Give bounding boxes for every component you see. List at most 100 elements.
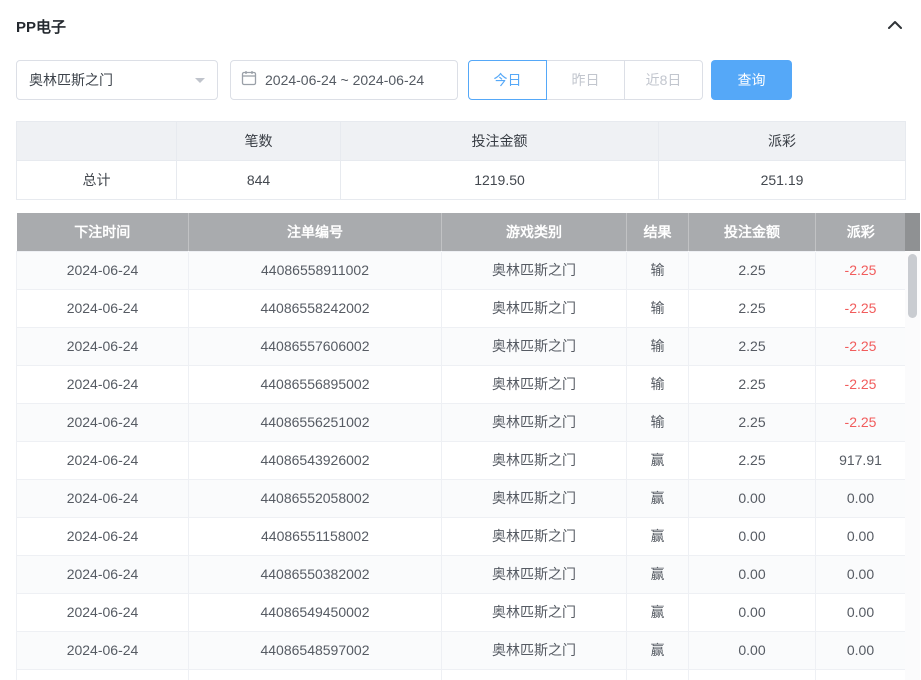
cell-payout — [816, 669, 906, 680]
bet-table-container: 下注时间 注单编号 游戏类别 结果 投注金额 派彩 2024-06-24 440… — [16, 213, 920, 680]
bet-table: 下注时间 注单编号 游戏类别 结果 投注金额 派彩 2024-06-24 440… — [16, 213, 906, 680]
yesterday-button[interactable]: 昨日 — [546, 60, 625, 100]
table-row: 2024-06-24 44086557606002 奥林匹斯之门 输 2.25 … — [17, 327, 906, 365]
cell-result: 输 — [627, 403, 689, 441]
table-scrollbar[interactable] — [905, 213, 920, 680]
cell-order-number: 44086543926002 — [189, 441, 442, 479]
cell-result — [627, 669, 689, 680]
table-row: 2024-06-24 44086543926002 奥林匹斯之门 赢 2.25 … — [17, 441, 906, 479]
cell-payout: -2.25 — [816, 327, 906, 365]
cell-result: 赢 — [627, 555, 689, 593]
cell-bet-time: 2024-06-24 — [17, 479, 189, 517]
date-range-value: 2024-06-24 ~ 2024-06-24 — [265, 72, 424, 88]
game-select[interactable]: 奥林匹斯之门 — [16, 60, 218, 100]
summary-total-bet: 1219.50 — [341, 161, 659, 200]
filter-toolbar: 奥林匹斯之门 2024-06-24 ~ 2024-06-24 今日 昨日 近8日… — [16, 60, 905, 100]
cell-bet-time: 2024-06-24 — [17, 403, 189, 441]
cell-bet-amount: 2.25 — [689, 441, 816, 479]
cell-order-number: 44086548597002 — [189, 631, 442, 669]
cell-bet-time: 2024-06-24 — [17, 517, 189, 555]
date-range-picker[interactable]: 2024-06-24 ~ 2024-06-24 — [230, 60, 458, 100]
last-8-days-button[interactable]: 近8日 — [624, 60, 703, 100]
table-row: 2024-06-24 44086558242002 奥林匹斯之门 输 2.25 … — [17, 289, 906, 327]
cell-payout: 917.91 — [816, 441, 906, 479]
col-header-order-number: 注单编号 — [189, 213, 442, 251]
quick-range-button-group: 今日 昨日 近8日 — [468, 60, 703, 100]
col-header-game-category: 游戏类别 — [442, 213, 627, 251]
cell-game-category: 奥林匹斯之门 — [442, 517, 627, 555]
summary-total-payout: 251.19 — [659, 161, 906, 200]
scrollbar-header-gutter — [905, 213, 920, 251]
table-row: 2024-06-24 44086552058002 奥林匹斯之门 赢 0.00 … — [17, 479, 906, 517]
cell-bet-time: 2024-06-24 — [17, 631, 189, 669]
cell-payout: 0.00 — [816, 593, 906, 631]
cell-bet-amount: 2.25 — [689, 365, 816, 403]
cell-order-number: 44086552058002 — [189, 479, 442, 517]
cell-bet-amount: 0.00 — [689, 555, 816, 593]
cell-payout: 0.00 — [816, 517, 906, 555]
cell-bet-amount: 0.00 — [689, 593, 816, 631]
today-button[interactable]: 今日 — [468, 60, 547, 100]
col-header-bet-time: 下注时间 — [17, 213, 189, 251]
scrollbar-track[interactable] — [905, 251, 920, 680]
cell-order-number: 44086556251002 — [189, 403, 442, 441]
cell-game-category: 奥林匹斯之门 — [442, 251, 627, 289]
cell-bet-amount: 2.25 — [689, 251, 816, 289]
table-row — [17, 669, 906, 680]
table-row: 2024-06-24 44086548597002 奥林匹斯之门 赢 0.00 … — [17, 631, 906, 669]
table-row: 2024-06-24 44086549450002 奥林匹斯之门 赢 0.00 … — [17, 593, 906, 631]
summary-total-label: 总计 — [17, 161, 177, 200]
cell-bet-amount: 0.00 — [689, 631, 816, 669]
cell-payout: 0.00 — [816, 631, 906, 669]
cell-game-category — [442, 669, 627, 680]
col-header-bet-amount: 投注金额 — [689, 213, 816, 251]
cell-bet-amount — [689, 669, 816, 680]
table-row: 2024-06-24 44086550382002 奥林匹斯之门 赢 0.00 … — [17, 555, 906, 593]
summary-header-bet-amount: 投注金额 — [341, 122, 659, 161]
table-row: 2024-06-24 44086556251002 奥林匹斯之门 输 2.25 … — [17, 403, 906, 441]
summary-header-count: 笔数 — [177, 122, 341, 161]
cell-bet-amount: 0.00 — [689, 479, 816, 517]
cell-game-category: 奥林匹斯之门 — [442, 555, 627, 593]
table-row: 2024-06-24 44086558911002 奥林匹斯之门 输 2.25 … — [17, 251, 906, 289]
col-header-payout: 派彩 — [816, 213, 906, 251]
cell-payout: -2.25 — [816, 289, 906, 327]
cell-result: 输 — [627, 327, 689, 365]
cell-order-number — [189, 669, 442, 680]
cell-order-number: 44086557606002 — [189, 327, 442, 365]
cell-order-number: 44086558242002 — [189, 289, 442, 327]
summary-total-row: 总计 844 1219.50 251.19 — [17, 161, 906, 200]
cell-result: 赢 — [627, 517, 689, 555]
cell-game-category: 奥林匹斯之门 — [442, 479, 627, 517]
cell-order-number: 44086550382002 — [189, 555, 442, 593]
cell-order-number: 44086556895002 — [189, 365, 442, 403]
calendar-icon — [241, 70, 257, 91]
cell-bet-amount: 0.00 — [689, 517, 816, 555]
cell-game-category: 奥林匹斯之门 — [442, 365, 627, 403]
collapse-button[interactable] — [885, 16, 905, 36]
cell-result: 赢 — [627, 593, 689, 631]
cell-result: 输 — [627, 365, 689, 403]
cell-payout: -2.25 — [816, 365, 906, 403]
cell-bet-time — [17, 669, 189, 680]
cell-result: 赢 — [627, 479, 689, 517]
cell-game-category: 奥林匹斯之门 — [442, 631, 627, 669]
cell-order-number: 44086549450002 — [189, 593, 442, 631]
panel-title: PP电子 — [16, 16, 66, 37]
search-button[interactable]: 查询 — [711, 60, 792, 100]
chevron-up-icon — [887, 17, 903, 35]
col-header-result: 结果 — [627, 213, 689, 251]
cell-bet-time: 2024-06-24 — [17, 327, 189, 365]
cell-bet-time: 2024-06-24 — [17, 441, 189, 479]
scrollbar-thumb[interactable] — [908, 254, 917, 318]
cell-order-number: 44086558911002 — [189, 251, 442, 289]
cell-game-category: 奥林匹斯之门 — [442, 327, 627, 365]
cell-result: 输 — [627, 251, 689, 289]
bet-table-header-row: 下注时间 注单编号 游戏类别 结果 投注金额 派彩 — [17, 213, 906, 251]
cell-payout: 0.00 — [816, 479, 906, 517]
summary-total-count: 844 — [177, 161, 341, 200]
cell-result: 赢 — [627, 441, 689, 479]
game-select-value: 奥林匹斯之门 — [29, 70, 113, 90]
cell-bet-amount: 2.25 — [689, 403, 816, 441]
table-row: 2024-06-24 44086556895002 奥林匹斯之门 输 2.25 … — [17, 365, 906, 403]
